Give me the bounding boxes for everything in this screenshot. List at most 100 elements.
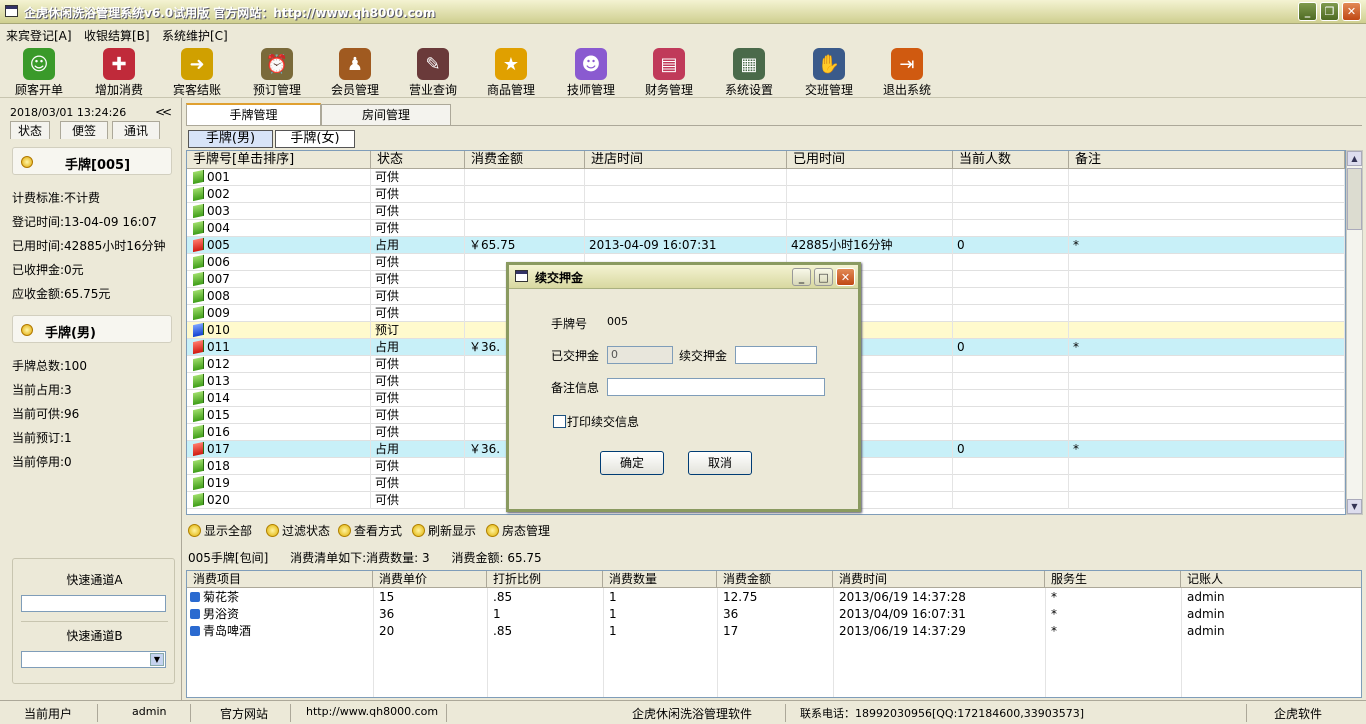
collapse-panel-button[interactable]: << [155, 105, 172, 119]
toolbar-button-11[interactable]: ⇥ 退出系统 [868, 46, 946, 98]
dialog-maximize-button[interactable]: □ [814, 268, 833, 286]
grid-row[interactable]: 005 占用 ￥65.75 2013-04-09 16:07:31 42885小时16分… [187, 237, 1345, 254]
renew-deposit-dialog: 续交押金 _ □ ✕ 手牌号 005 已交押金 0 续交押金 备注信息 打印续交… [506, 262, 861, 512]
close-button[interactable]: ✕ [1342, 2, 1361, 21]
dialog-close-button[interactable]: ✕ [836, 268, 855, 286]
tab-card-management[interactable]: 手牌管理 [186, 103, 321, 125]
consumption-cell: 2013/04/09 16:07:31 [833, 606, 1045, 623]
grid-cell-people [953, 475, 1069, 492]
grid-row[interactable]: 003 可供 [187, 203, 1345, 220]
grid-header[interactable]: 消费金额 [465, 151, 585, 169]
restore-button[interactable]: ❐ [1320, 2, 1339, 21]
grid-header[interactable]: 手牌号[单击排序] [187, 151, 371, 169]
toolbar-button-2[interactable]: ➜ 宾客结账 [158, 46, 236, 98]
tab-status[interactable]: 状态 [10, 121, 50, 139]
note-label: 备注信息 [551, 381, 600, 395]
grid-row[interactable]: 002 可供 [187, 186, 1345, 203]
grid-cell-status: 可供 [371, 220, 465, 237]
consumption-row[interactable]: 青岛啤酒 20 .85 1 17 2013/06/19 14:37:29 * admin [187, 623, 1361, 640]
consumption-value: 2013/06/19 14:37:28 [839, 590, 966, 604]
toolbar-button-1[interactable]: ✚ 增加消费 [80, 46, 158, 98]
consumption-header[interactable]: 消费时间 [833, 571, 1045, 588]
grid-header[interactable]: 进店时间 [585, 151, 787, 169]
tab-card-male[interactable]: 手牌(男) [188, 130, 273, 148]
menu-guest-register[interactable]: 来宾登记[A] [6, 27, 72, 44]
menu-cashier[interactable]: 收银结算[B] [84, 27, 150, 44]
grid-row[interactable]: 001 可供 [187, 169, 1345, 186]
tab-room-management[interactable]: 房间管理 [321, 104, 451, 126]
grid-cell-status: 可供 [371, 424, 465, 441]
consumption-row[interactable]: 菊花茶 15 .85 1 12.75 2013/06/19 14:37:28 * admin [187, 589, 1361, 606]
action-label: 查看方式 [354, 524, 403, 538]
grid-header[interactable]: 当前人数 [953, 151, 1069, 169]
action-button-1[interactable]: 过滤状态 [266, 522, 330, 539]
cancel-button[interactable]: 取消 [688, 451, 752, 475]
ok-button[interactable]: 确定 [600, 451, 664, 475]
toolbar-button-3[interactable]: ⏰ 预订管理 [238, 46, 316, 98]
action-button-4[interactable]: 房态管理 [486, 522, 550, 539]
grid-row[interactable]: 004 可供 [187, 220, 1345, 237]
toolbar-button-0[interactable]: ☺ 顾客开单 [0, 46, 78, 98]
minimize-button[interactable]: _ [1298, 2, 1317, 21]
grid-header[interactable]: 状态 [371, 151, 465, 169]
grid-cell-people [953, 322, 1069, 339]
toolbar-button-6[interactable]: ★ 商品管理 [472, 46, 550, 98]
grid-cell-people [953, 271, 1069, 288]
grid-header[interactable]: 已用时间 [787, 151, 953, 169]
action-icon [188, 524, 201, 537]
print-renew-checkbox[interactable] [553, 415, 566, 428]
consumption-header[interactable]: 消费项目 [187, 571, 373, 588]
star-icon: ★ [495, 48, 527, 80]
staff-icon: ☻ [575, 48, 607, 80]
grid-cell-people [953, 458, 1069, 475]
grid-cell-no: 018 [203, 458, 371, 475]
scroll-up-icon[interactable]: ▲ [1347, 151, 1362, 166]
quick-b-select[interactable]: ▼ [21, 651, 166, 668]
grid-cell-people [953, 356, 1069, 373]
action-button-0[interactable]: 显示全部 [188, 522, 252, 539]
consumption-value: * [1051, 607, 1057, 621]
consumption-header[interactable]: 打折比例 [487, 571, 603, 588]
scroll-down-icon[interactable]: ▼ [1347, 499, 1362, 514]
consumption-header[interactable]: 消费单价 [373, 571, 487, 588]
consumption-row[interactable]: 男浴资 36 1 1 36 2013/04/09 16:07:31 * admin [187, 606, 1361, 623]
menu-system[interactable]: 系统维护[C] [162, 27, 228, 44]
scroll-thumb[interactable] [1347, 168, 1362, 230]
grid-cell-status: 可供 [371, 203, 465, 220]
action-button-3[interactable]: 刷新显示 [412, 522, 476, 539]
consumption-value: admin [1187, 624, 1225, 638]
consumption-header[interactable]: 记账人 [1181, 571, 1361, 588]
consumption-header[interactable]: 消费金额 [717, 571, 833, 588]
grid-cell-no: 001 [203, 169, 371, 186]
status-site-link[interactable]: http://www.qh8000.com [306, 705, 438, 718]
grid-cell-people: 0 [953, 339, 1069, 356]
toolbar-button-7[interactable]: ☻ 技师管理 [552, 46, 630, 98]
consumption-header[interactable]: 服务生 [1045, 571, 1181, 588]
quick-a-input[interactable] [21, 595, 166, 612]
renew-deposit-input[interactable] [735, 346, 817, 364]
grid-scrollbar[interactable]: ▲ ▼ [1346, 150, 1363, 515]
toolbar-label: 增加消费 [94, 83, 143, 97]
consumption-header[interactable]: 消费数量 [603, 571, 717, 588]
toolbar-button-4[interactable]: ♟ 会员管理 [316, 46, 394, 98]
action-button-2[interactable]: 查看方式 [338, 522, 402, 539]
grid-header[interactable]: 备注 [1069, 151, 1345, 169]
note-input[interactable] [607, 378, 825, 396]
dialog-minimize-button[interactable]: _ [792, 268, 811, 286]
grid-cell-note [1069, 203, 1345, 220]
summary-list: 消费清单如下:消费数量: 3 [290, 551, 430, 565]
grid-cell-amount [465, 186, 585, 203]
grid-cell-status: 可供 [371, 305, 465, 322]
current-info-line: 计费标准:不计费 [12, 191, 101, 205]
status-bar: 当前用户 admin 官方网站 http://www.qh8000.com 企虎… [0, 700, 1366, 724]
toolbar-button-5[interactable]: ✎ 营业查询 [394, 46, 472, 98]
dialog-title: 续交押金 [535, 271, 584, 285]
tab-notes[interactable]: 便签 [60, 121, 108, 139]
toolbar-button-8[interactable]: ▤ 财务管理 [630, 46, 708, 98]
consumption-cell: .85 [487, 623, 603, 640]
consumption-cell: 1 [603, 589, 717, 606]
tab-comm[interactable]: 通讯 [112, 121, 160, 139]
tab-card-female[interactable]: 手牌(女) [275, 130, 355, 148]
toolbar-button-9[interactable]: ▦ 系统设置 [710, 46, 788, 98]
toolbar-button-10[interactable]: ✋ 交班管理 [790, 46, 868, 98]
